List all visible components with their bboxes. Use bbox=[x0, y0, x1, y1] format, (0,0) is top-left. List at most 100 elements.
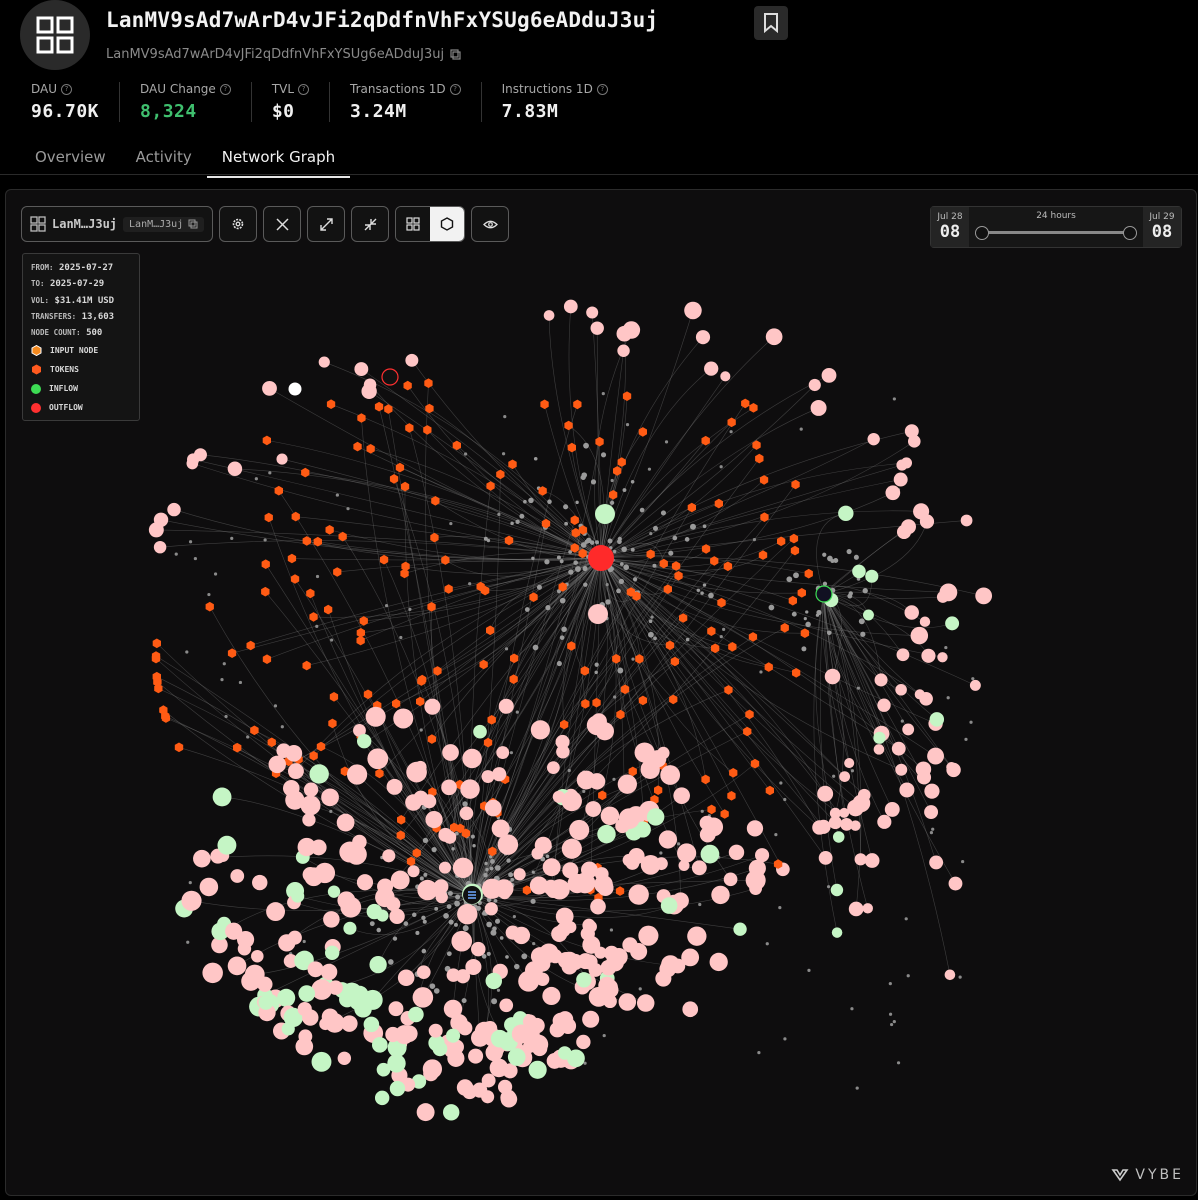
outflow-node[interactable] bbox=[946, 762, 961, 778]
outflow-node[interactable] bbox=[382, 849, 396, 863]
tab-activity[interactable]: Activity bbox=[121, 140, 207, 178]
outflow-node[interactable] bbox=[634, 742, 655, 763]
outflow-node[interactable] bbox=[655, 970, 672, 987]
outflow-node[interactable] bbox=[838, 505, 854, 522]
hexagon-layout-button[interactable] bbox=[430, 207, 465, 241]
outflow-node[interactable] bbox=[660, 765, 681, 785]
outflow-node[interactable] bbox=[975, 587, 993, 605]
copy-icon[interactable] bbox=[450, 49, 461, 60]
outflow-node[interactable] bbox=[810, 399, 827, 416]
outflow-node[interactable] bbox=[877, 698, 891, 712]
outflow-node[interactable] bbox=[552, 1012, 569, 1029]
inflow-node[interactable] bbox=[327, 885, 341, 898]
outflow-node[interactable] bbox=[830, 883, 844, 897]
token-node[interactable] bbox=[262, 654, 272, 664]
outflow-node[interactable] bbox=[850, 820, 861, 831]
token-node[interactable] bbox=[665, 640, 675, 651]
outflow-node[interactable] bbox=[388, 1001, 404, 1017]
outflow-node[interactable] bbox=[561, 838, 582, 859]
inflow-node[interactable] bbox=[507, 1048, 526, 1066]
inflow-node[interactable] bbox=[432, 1041, 448, 1057]
outflow-node[interactable] bbox=[321, 788, 339, 807]
outflow-node[interactable] bbox=[821, 367, 837, 383]
outflow-node[interactable] bbox=[617, 774, 637, 794]
outflow-node[interactable] bbox=[438, 861, 452, 874]
outflow-node[interactable] bbox=[590, 321, 604, 335]
outflow-node[interactable] bbox=[199, 877, 219, 897]
outflow-node[interactable] bbox=[498, 698, 514, 714]
outflow-node[interactable] bbox=[451, 930, 473, 952]
outflow-node[interactable] bbox=[542, 858, 561, 877]
token-node[interactable] bbox=[233, 742, 242, 753]
tab-network-graph[interactable]: Network Graph bbox=[206, 140, 351, 178]
outflow-node[interactable] bbox=[278, 934, 296, 952]
outflow-node[interactable] bbox=[336, 813, 355, 832]
outflow-node[interactable] bbox=[513, 868, 526, 881]
inflow-node[interactable] bbox=[473, 724, 487, 739]
outflow-node[interactable] bbox=[873, 731, 886, 744]
outflow-node[interactable] bbox=[895, 763, 908, 776]
outflow-node[interactable] bbox=[497, 834, 519, 855]
token-node[interactable] bbox=[302, 660, 311, 671]
outflow-node[interactable] bbox=[181, 890, 202, 911]
outflow-node[interactable] bbox=[298, 1029, 313, 1044]
outflow-node[interactable] bbox=[390, 870, 410, 890]
outflow-node[interactable] bbox=[640, 759, 660, 780]
outflow-node[interactable] bbox=[924, 783, 940, 799]
outflow-node[interactable] bbox=[580, 861, 598, 879]
outflow-node[interactable] bbox=[227, 461, 243, 477]
outflow-node[interactable] bbox=[303, 782, 319, 797]
outflow-node[interactable] bbox=[556, 744, 570, 759]
token-node[interactable] bbox=[617, 457, 626, 467]
inflow-node[interactable] bbox=[597, 824, 616, 844]
token-node[interactable] bbox=[205, 601, 214, 612]
outflow-node[interactable] bbox=[658, 830, 678, 849]
outflow-node[interactable] bbox=[356, 874, 374, 891]
outflow-node[interactable] bbox=[929, 855, 944, 870]
outflow-node[interactable] bbox=[457, 903, 478, 925]
outflow-node[interactable] bbox=[588, 963, 603, 977]
token-node[interactable] bbox=[395, 462, 405, 473]
outflow-node[interactable] bbox=[481, 770, 495, 783]
outflow-node[interactable] bbox=[588, 773, 606, 790]
settings-button[interactable] bbox=[219, 206, 258, 242]
outflow-node[interactable] bbox=[945, 616, 960, 631]
token-node[interactable] bbox=[430, 532, 439, 543]
inflow-node[interactable] bbox=[660, 897, 678, 914]
outflow-node[interactable] bbox=[492, 767, 507, 782]
outflow-node[interactable] bbox=[460, 779, 480, 799]
token-node[interactable] bbox=[800, 628, 810, 638]
outflow-node[interactable] bbox=[893, 472, 908, 487]
inflow-node[interactable] bbox=[528, 1060, 547, 1079]
outflow-node[interactable] bbox=[590, 713, 607, 730]
outflow-node[interactable] bbox=[919, 691, 933, 706]
outflow-node[interactable] bbox=[618, 993, 637, 1011]
inflow-node[interactable] bbox=[733, 922, 747, 936]
outflow-node[interactable] bbox=[948, 876, 963, 891]
outflow-node[interactable] bbox=[900, 457, 913, 469]
graph-node[interactable] bbox=[288, 382, 302, 396]
inflow-node[interactable] bbox=[357, 734, 372, 749]
inflow-node[interactable] bbox=[363, 1016, 380, 1033]
outflow-node[interactable] bbox=[695, 330, 711, 345]
outflow-node[interactable] bbox=[452, 857, 474, 879]
outflow-node[interactable] bbox=[960, 514, 973, 527]
inflow-node[interactable] bbox=[595, 504, 615, 524]
outflow-node[interactable] bbox=[297, 1001, 312, 1017]
token-node[interactable] bbox=[389, 474, 399, 484]
token-node[interactable] bbox=[727, 417, 736, 428]
inflow-node[interactable] bbox=[309, 764, 329, 784]
token-node[interactable] bbox=[560, 719, 569, 730]
outflow-node[interactable] bbox=[542, 986, 561, 1006]
address-selector-button[interactable]: LanM…J3uj LanM…J3uj bbox=[21, 206, 214, 242]
outflow-node[interactable] bbox=[241, 971, 261, 991]
token-node[interactable] bbox=[540, 399, 549, 410]
outflow-node[interactable] bbox=[808, 378, 821, 392]
outflow-node[interactable] bbox=[276, 453, 288, 465]
outflow-node[interactable] bbox=[397, 969, 415, 987]
outflow-node[interactable] bbox=[924, 805, 939, 819]
outflow-node[interactable] bbox=[720, 371, 731, 382]
outflow-node[interactable] bbox=[546, 761, 560, 775]
outflow-node[interactable] bbox=[251, 949, 264, 963]
outflow-node[interactable] bbox=[262, 380, 277, 396]
